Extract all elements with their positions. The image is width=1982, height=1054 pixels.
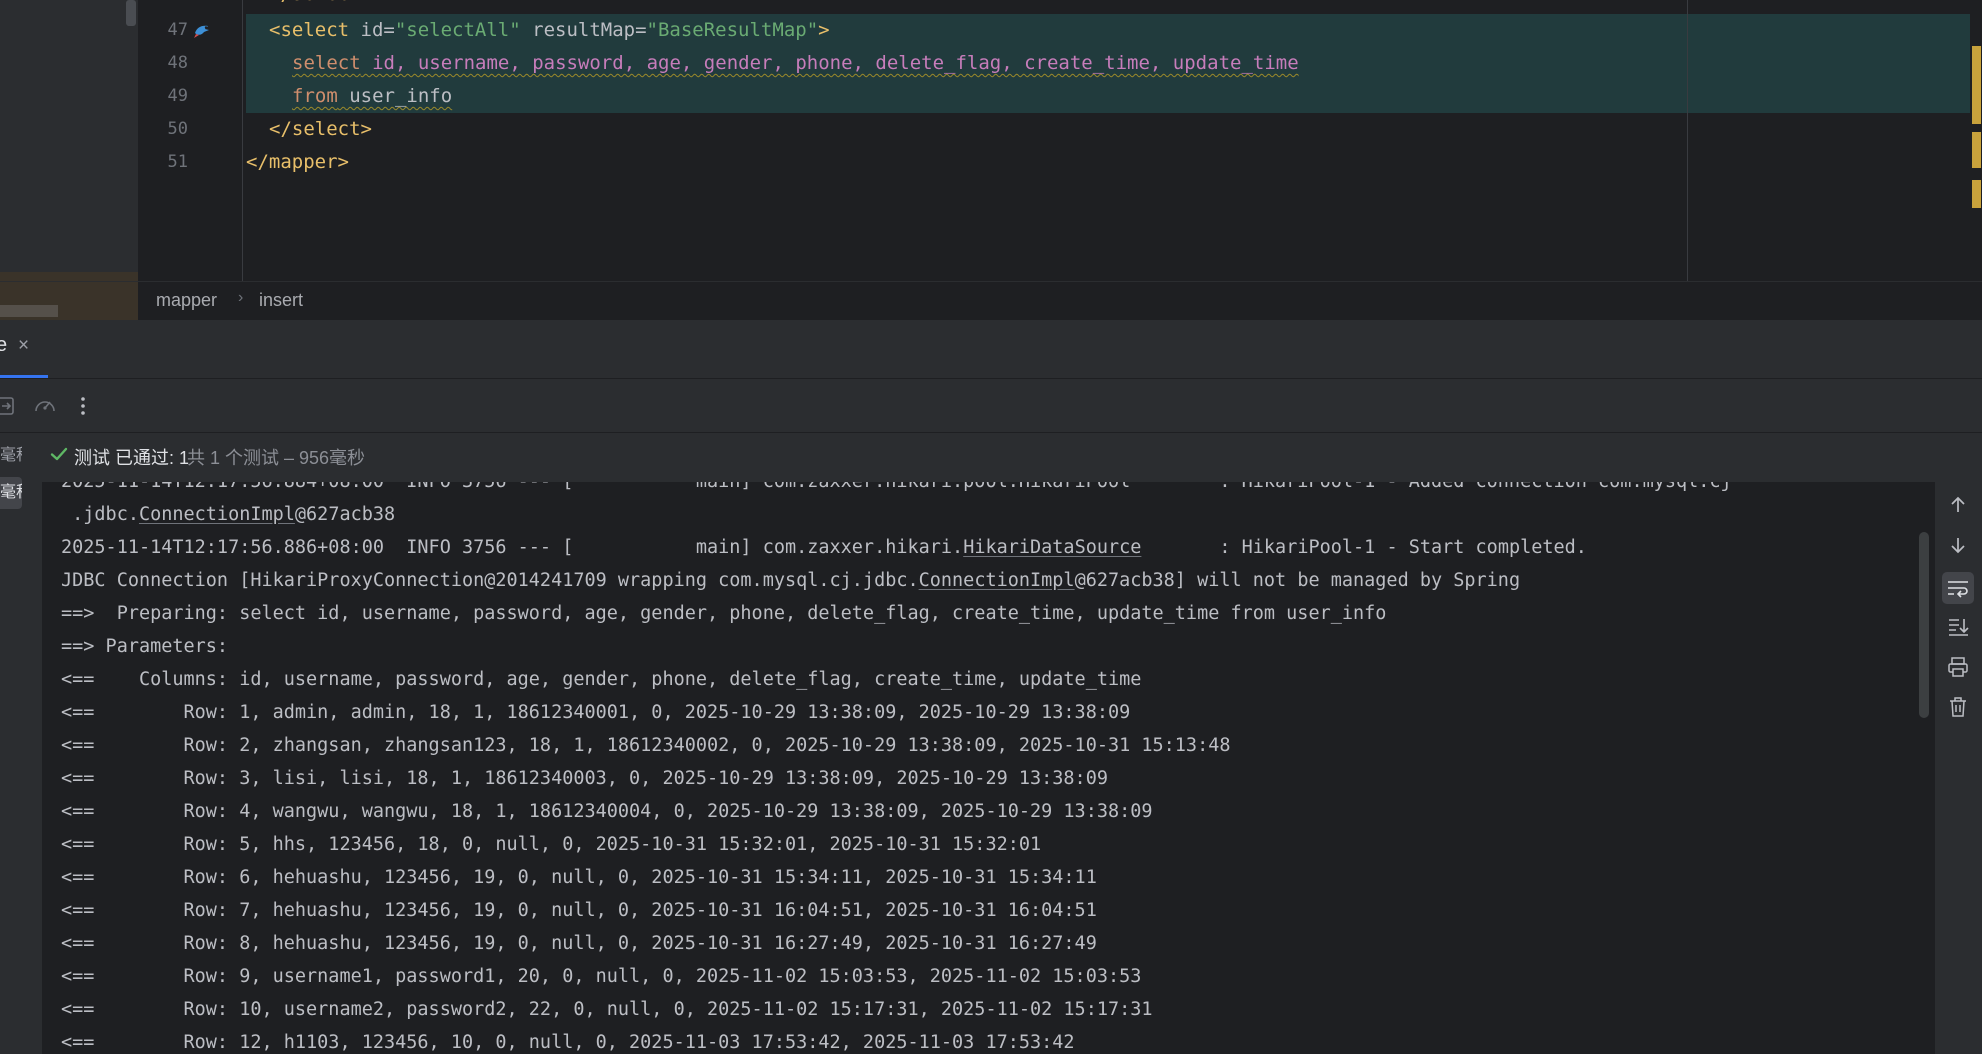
console-output[interactable]: 2025-11-14T12:17:56.884+08:00 INFO 3756 … — [42, 482, 1935, 1054]
soft-wrap-icon[interactable] — [1942, 572, 1974, 604]
test-tree-edge: 毫秒 毫秒 — [0, 433, 42, 1054]
console-row: <== Row: 4, wangwu, wangwu, 18, 1, 18612… — [61, 801, 1153, 822]
console-row: <== Row: 6, hehuashu, 123456, 19, 0, nul… — [61, 867, 1097, 888]
console-line-columns: <== Columns: id, username, password, age… — [61, 669, 1142, 690]
console-row: <== Row: 1, admin, admin, 18, 1, 1861234… — [61, 702, 1131, 723]
ide-window: { "editor": { "line_numbers": ["47", "48… — [0, 0, 1982, 1054]
console-row: <== Row: 10, username2, password2, 22, 0… — [61, 999, 1153, 1020]
gutter-separator — [242, 0, 243, 281]
console-scrollbar-thumb[interactable] — [1919, 532, 1929, 718]
class-link[interactable]: ConnectionImpl — [139, 504, 295, 525]
arrow-down-icon[interactable] — [1945, 532, 1971, 558]
xml-attr-id: id= — [349, 19, 395, 41]
print-icon[interactable] — [1945, 654, 1971, 680]
xml-close-select: </select> — [269, 118, 372, 140]
trash-icon[interactable] — [1945, 694, 1971, 720]
console-line-parameters: ==> Parameters: — [61, 636, 240, 657]
active-tab-indicator — [0, 375, 48, 378]
tests-total-label: 共 1 个测试 – 956毫秒 — [187, 448, 366, 468]
xml-bracket: < — [269, 19, 281, 41]
editor-scrollbar-markers[interactable] — [1970, 0, 1982, 281]
tests-passed-label: 测试 已通过: 1 — [74, 448, 190, 468]
console-row: <== Row: 8, hehuashu, 123456, 19, 0, nul… — [61, 933, 1097, 954]
class-link[interactable]: HikariDataSource — [963, 537, 1141, 558]
scroll-marker[interactable] — [1972, 132, 1981, 168]
console-row: <== Row: 5, hhs, 123456, 18, 0, null, 0,… — [61, 834, 1042, 855]
line-number: 47 — [167, 20, 188, 40]
breadcrumb: mapper › insert — [0, 281, 1982, 321]
sql-keyword-from: from — [292, 85, 338, 107]
line-number: 48 — [167, 53, 188, 73]
xml-value-resultmap: "BaseResultMap" — [646, 19, 819, 41]
line-number: 51 — [167, 152, 188, 172]
line-number: 50 — [167, 119, 188, 139]
scroll-marker[interactable] — [1972, 46, 1981, 124]
check-icon — [50, 447, 68, 461]
code-editor[interactable]: 47 48 49 50 51 </select> <select id="sel… — [0, 0, 1982, 316]
console-line-preparing: ==> Preparing: select id, username, pass… — [61, 603, 1387, 624]
xml-tag-select: select — [280, 19, 350, 41]
console-line: JDBC Connection [HikariProxyConnection@2… — [61, 570, 1521, 591]
gauge-icon[interactable] — [32, 393, 58, 419]
class-link[interactable]: ConnectionImpl — [919, 570, 1075, 591]
run-toolbar — [0, 380, 1982, 433]
code-line-48[interactable]: select id, username, password, age, gend… — [246, 47, 1299, 80]
test-duration-label-selected[interactable]: 毫秒 — [0, 477, 22, 509]
xml-value-id: "selectAll" — [394, 19, 521, 41]
line-number: 49 — [167, 86, 188, 106]
scroll-marker[interactable] — [1972, 180, 1981, 208]
sql-column-list: id, username, password, age, gender, pho… — [360, 52, 1299, 74]
right-margin-guide — [1687, 0, 1688, 281]
code-line-49[interactable]: from user_info — [246, 80, 452, 113]
breadcrumb-item-mapper[interactable]: mapper — [156, 290, 217, 311]
chevron-right-icon: › — [238, 289, 244, 306]
console-line-clipped: 2025-11-14T12:17:56.884+08:00 INFO 3756 … — [61, 482, 1732, 498]
xml-bracket: > — [818, 19, 830, 41]
project-scrollbar-thumb[interactable] — [126, 0, 136, 26]
scroll-to-end-icon[interactable] — [1945, 614, 1971, 640]
xml-close-mapper: </mapper> — [246, 151, 349, 173]
console-row: <== Row: 12, h1103, 123456, 10, 0, null,… — [61, 1032, 1075, 1053]
sql-table-name: user_info — [337, 85, 453, 107]
arrow-up-icon[interactable] — [1945, 492, 1971, 518]
more-vertical-icon[interactable] — [70, 393, 96, 419]
code-line-47[interactable]: <select id="selectAll" resultMap="BaseRe… — [246, 14, 830, 47]
console-row: <== Row: 9, username1, password1, 20, 0,… — [61, 966, 1142, 987]
console-row: <== Row: 2, zhangsan, zhangsan123, 18, 1… — [61, 735, 1231, 756]
run-tab-label[interactable]: e — [0, 334, 7, 357]
code-line-51[interactable]: </mapper> — [246, 146, 349, 179]
console-line: 2025-11-14T12:17:56.886+08:00 INFO 3756 … — [61, 537, 1587, 558]
import-tests-icon[interactable] — [0, 393, 20, 419]
breadcrumb-left-fill — [0, 282, 138, 320]
line-gutter: 47 48 49 50 51 — [138, 0, 243, 281]
close-icon[interactable]: × — [18, 335, 29, 357]
run-tab-bar: e × — [0, 320, 1982, 379]
xml-attr-resultmap: resultMap= — [520, 19, 647, 41]
test-status-bar: 测试 已通过: 1 共 1 个测试 – 956毫秒 — [0, 433, 1982, 479]
project-panel-edge — [0, 0, 138, 316]
code-line-50[interactable]: </select> — [246, 113, 372, 146]
console-row: <== Row: 3, lisi, lisi, 18, 1, 186123400… — [61, 768, 1108, 789]
console-line: .jdbc.ConnectionImpl@627acb38 — [61, 504, 396, 525]
sql-keyword-select: select — [292, 52, 361, 74]
breadcrumb-item-insert[interactable]: insert — [259, 290, 303, 311]
mybatis-bird-icon[interactable] — [192, 21, 212, 41]
code-line-partial: </select> — [246, 0, 372, 11]
console-row: <== Row: 7, hehuashu, 123456, 19, 0, nul… — [61, 900, 1097, 921]
run-tool-window: e × 毫秒 毫秒 测试 已通过: 1 共 1 个测试 – 956毫秒 2 — [0, 320, 1982, 1054]
console-side-toolbar — [1935, 482, 1982, 1054]
